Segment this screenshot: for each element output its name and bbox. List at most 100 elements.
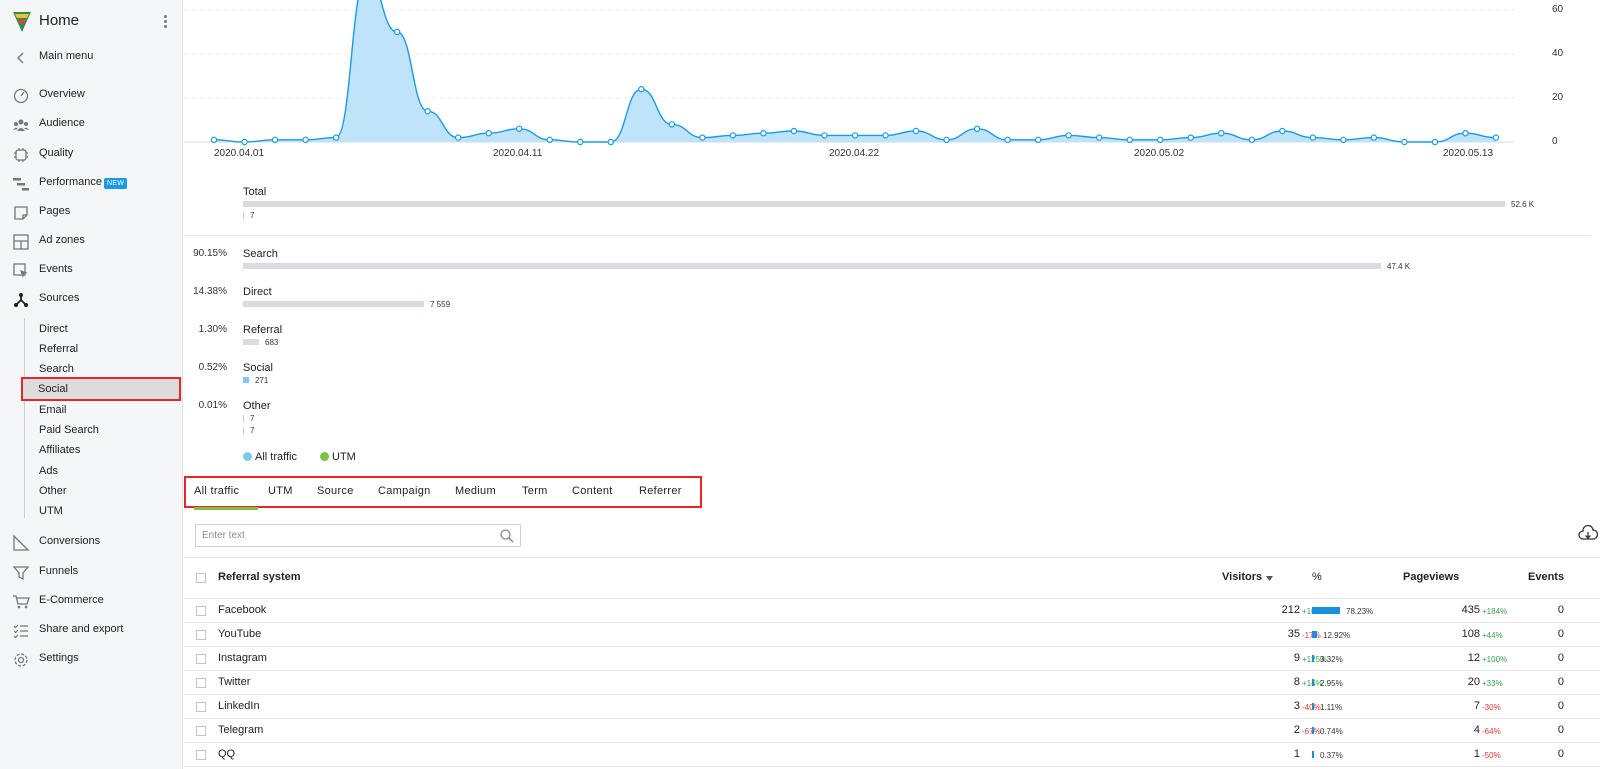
row-checkbox[interactable] [196, 678, 206, 688]
column-header-visitors[interactable]: Visitors [1222, 571, 1262, 583]
legend-all-traffic[interactable]: All traffic [243, 451, 297, 463]
data-point[interactable] [1492, 134, 1500, 141]
tab-content[interactable]: Content [572, 485, 613, 497]
sidebar-subitem-email[interactable]: Email [24, 400, 179, 420]
data-point[interactable] [516, 125, 523, 133]
tab-campaign[interactable]: Campaign [378, 485, 431, 497]
data-point[interactable] [424, 107, 431, 115]
data-point[interactable] [1034, 136, 1042, 143]
logo-icon[interactable] [12, 10, 32, 34]
data-point[interactable] [577, 138, 584, 146]
sidebar-subitem-search[interactable]: Search [24, 359, 179, 379]
tab-referrer[interactable]: Referrer [639, 485, 682, 497]
sidebar-subitem-direct[interactable]: Direct [24, 319, 179, 339]
data-point[interactable] [454, 134, 462, 141]
tab-utm[interactable]: UTM [268, 485, 293, 497]
tab-all-traffic[interactable]: All traffic [194, 485, 239, 497]
data-point[interactable] [1065, 132, 1072, 139]
sidebar-item-ad-zones[interactable]: Ad zones [0, 229, 183, 255]
row-checkbox[interactable] [196, 726, 206, 736]
table-row[interactable]: LinkedIn3-40%1.11%7-30%0 [184, 695, 1600, 719]
data-point[interactable] [271, 136, 279, 143]
sidebar-item-audience[interactable]: Audience [0, 112, 183, 138]
sidebar-item-settings[interactable]: Settings [0, 647, 183, 673]
row-name[interactable]: Instagram [218, 652, 267, 664]
data-point[interactable] [1279, 127, 1286, 135]
data-point[interactable] [1218, 129, 1225, 137]
data-point[interactable] [1248, 136, 1256, 143]
sidebar-subitem-paid-search[interactable]: Paid Search [24, 420, 179, 440]
sidebar-subitem-referral[interactable]: Referral [24, 339, 179, 359]
sidebar-subitem-affiliates[interactable]: Affiliates [24, 440, 179, 460]
sidebar-subitem-other[interactable]: Other [24, 481, 179, 501]
row-checkbox[interactable] [196, 654, 206, 664]
sidebar-subitem-utm[interactable]: UTM [24, 501, 179, 521]
data-point[interactable] [546, 136, 553, 143]
row-name[interactable]: QQ [218, 748, 235, 760]
data-point[interactable] [485, 129, 492, 137]
data-point[interactable] [729, 132, 737, 139]
table-row[interactable]: Facebook212+108%78.23%435+184%0 [184, 599, 1600, 623]
data-point[interactable] [790, 127, 798, 135]
table-row[interactable]: Instagram 9 +125% 3.32% 12 +100% 0 [184, 647, 1600, 671]
data-point[interactable] [821, 132, 828, 139]
data-point[interactable] [668, 121, 676, 128]
data-point[interactable] [1004, 136, 1011, 143]
row-checkbox[interactable] [196, 630, 206, 640]
legend-utm[interactable]: UTM [320, 451, 356, 463]
row-name[interactable]: YouTube [218, 628, 261, 640]
sidebar-item-performance[interactable]: Performance NEW [0, 171, 183, 197]
data-point[interactable] [973, 125, 981, 133]
data-point[interactable] [210, 136, 218, 143]
row-name[interactable]: Telegram [218, 724, 263, 736]
sidebar-item-quality[interactable]: Quality [0, 142, 183, 168]
data-point[interactable] [332, 134, 340, 141]
data-point[interactable] [1462, 129, 1469, 137]
data-point[interactable] [393, 28, 401, 36]
sidebar-item-ecommerce[interactable]: E-Commerce [0, 589, 183, 615]
row-name[interactable]: Facebook [218, 604, 266, 616]
data-point[interactable] [302, 136, 309, 143]
data-point[interactable] [1157, 136, 1164, 143]
table-row[interactable]: Twitter8+14%2.95%20+33%0 [184, 671, 1600, 695]
sidebar-item-sources[interactable]: Sources [0, 287, 183, 313]
more-menu-icon[interactable] [162, 14, 168, 30]
tab-medium[interactable]: Medium [455, 485, 496, 497]
column-header-name[interactable]: Referral system [218, 571, 301, 583]
data-point[interactable] [241, 138, 248, 146]
main-menu-back[interactable]: Main menu [0, 45, 183, 71]
search-icon[interactable] [499, 528, 515, 544]
cloud-download-icon[interactable] [1578, 525, 1598, 543]
table-row[interactable]: QQ 1 0.37% 1 -50% 0 [184, 743, 1600, 767]
column-header-pageviews[interactable]: Pageviews [1403, 571, 1459, 583]
sort-desc-icon[interactable] [1266, 576, 1273, 581]
sidebar-item-funnels[interactable]: Funnels [0, 560, 183, 586]
select-all-checkbox[interactable] [196, 573, 206, 583]
table-row[interactable]: YouTube35-17%12.92%108+44%0 [184, 623, 1600, 647]
sidebar-item-pages[interactable]: Pages [0, 200, 183, 226]
data-point[interactable] [1401, 138, 1408, 146]
column-header-events[interactable]: Events [1528, 571, 1564, 583]
data-point[interactable] [1187, 134, 1194, 141]
data-point[interactable] [1095, 134, 1103, 141]
row-checkbox[interactable] [196, 702, 206, 712]
data-point[interactable] [912, 127, 920, 135]
data-point[interactable] [1431, 138, 1439, 146]
sidebar-item-conversions[interactable]: Conversions [0, 530, 183, 556]
sidebar-item-overview[interactable]: Overview [0, 83, 183, 109]
column-header-percent[interactable]: % [1312, 571, 1322, 583]
row-name[interactable]: LinkedIn [218, 700, 260, 712]
tab-source[interactable]: Source [317, 485, 354, 497]
data-point[interactable] [607, 138, 615, 146]
data-point[interactable] [943, 136, 950, 143]
sidebar-item-events[interactable]: Events [0, 258, 183, 284]
row-checkbox[interactable] [196, 750, 206, 760]
row-name[interactable]: Twitter [218, 676, 250, 688]
data-point[interactable] [699, 134, 706, 141]
row-checkbox[interactable] [196, 606, 206, 616]
data-point[interactable] [851, 132, 859, 139]
data-point[interactable] [1340, 136, 1347, 143]
data-point[interactable] [1370, 134, 1378, 141]
data-point[interactable] [638, 85, 645, 93]
data-point[interactable] [1309, 134, 1317, 141]
